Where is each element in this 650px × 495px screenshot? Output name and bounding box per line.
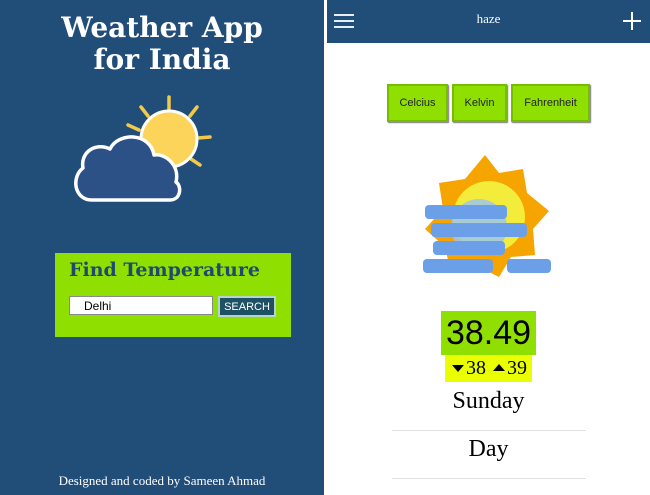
city-input[interactable] xyxy=(69,296,213,315)
search-button[interactable]: SEARCH xyxy=(218,296,276,317)
caret-up-icon xyxy=(493,364,505,371)
weekday-label: Sunday xyxy=(452,388,525,414)
app-title-line1: Weather App xyxy=(61,11,263,44)
left-panel: Weather App for India Find Temperature S… xyxy=(0,0,324,495)
app-title: Weather App for India xyxy=(0,12,324,76)
haze-icon xyxy=(423,155,551,277)
caret-down-icon xyxy=(452,365,464,372)
kelvin-button[interactable]: Kelvin xyxy=(452,84,507,122)
app-title-line2: for India xyxy=(93,43,231,76)
celsius-button[interactable]: Celcius xyxy=(387,84,448,122)
day-period-label: Day xyxy=(468,436,509,462)
footer-credit: Designed and coded by Sameen Ahmad xyxy=(58,473,266,488)
max-temperature: 39 xyxy=(507,357,527,379)
min-temperature: 38 xyxy=(466,357,486,379)
find-temperature-card: Find Temperature SEARCH xyxy=(55,253,291,337)
phone-view: haze Celcius Kelvin Fahrenheit 38.49 38 … xyxy=(327,0,650,495)
hamburger-menu-icon[interactable] xyxy=(334,13,354,29)
divider-line xyxy=(392,430,586,431)
cloud-sun-icon xyxy=(74,95,212,202)
divider-line xyxy=(392,478,586,479)
fahrenheit-button[interactable]: Fahrenheit xyxy=(511,84,590,122)
find-temperature-title: Find Temperature xyxy=(69,259,260,281)
weather-condition-title: haze xyxy=(476,11,501,26)
plus-icon[interactable] xyxy=(623,12,641,30)
temperature-value: 38.49 xyxy=(441,311,536,355)
top-app-bar: haze xyxy=(327,0,650,43)
min-max-temperature: 38 39 xyxy=(445,355,532,382)
